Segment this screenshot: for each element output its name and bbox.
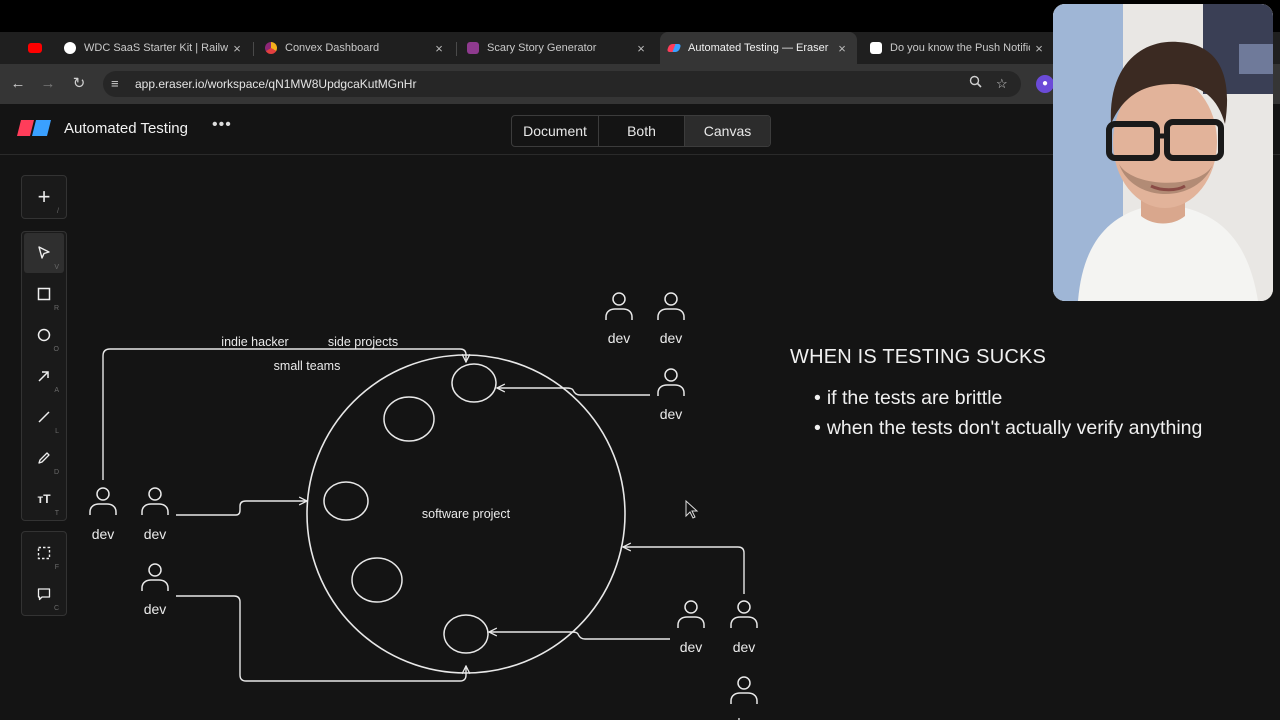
view-mode-toggle: Document Both Canvas xyxy=(511,115,771,147)
dev-label: dev xyxy=(144,601,167,617)
forward-button[interactable]: → xyxy=(38,74,58,94)
medium-icon xyxy=(870,42,882,54)
tab-youtube[interactable] xyxy=(20,32,56,64)
module-circle[interactable] xyxy=(323,481,369,521)
note-heading: WHEN IS TESTING SUCKS xyxy=(790,346,1047,368)
dev-person[interactable]: dev xyxy=(141,487,169,542)
tab-wdc-saas[interactable]: WDC SaaS Starter Kit | Railway × xyxy=(56,32,252,64)
dev-label: dev xyxy=(660,330,683,346)
tab-automated-testing[interactable]: Automated Testing — Eraser × xyxy=(660,32,857,64)
module-circle[interactable] xyxy=(443,614,489,654)
dev-person[interactable]: dev xyxy=(89,487,117,542)
tab-title: Do you know the Push Notifications xyxy=(890,42,1030,54)
close-icon[interactable]: × xyxy=(833,41,851,56)
tab-push-notifications[interactable]: Do you know the Push Notifications × xyxy=(862,32,1054,64)
dev-label: dev xyxy=(660,406,683,422)
tab-convex[interactable]: Convex Dashboard × xyxy=(257,32,454,64)
dev-person[interactable]: dev xyxy=(730,600,758,655)
more-options-button[interactable]: ••• xyxy=(212,116,232,134)
group-label-indie-hacker: indie hacker xyxy=(221,335,288,349)
connector-arrow[interactable] xyxy=(623,547,745,594)
module-circle[interactable] xyxy=(351,557,403,603)
tab-divider xyxy=(253,42,254,56)
close-icon[interactable]: × xyxy=(228,41,246,56)
view-both-button[interactable]: Both xyxy=(598,116,684,146)
close-icon[interactable]: × xyxy=(632,41,650,56)
mouse-cursor-icon xyxy=(685,499,699,519)
dev-person[interactable]: dev xyxy=(141,563,169,617)
dev-label: dev xyxy=(680,639,703,655)
file-title[interactable]: Automated Testing xyxy=(64,120,188,137)
note-bullet: if the tests are brittle xyxy=(814,383,1202,413)
eraser-logo-icon[interactable] xyxy=(17,120,51,136)
group-label-small-teams: small teams xyxy=(274,359,341,373)
project-label: software project xyxy=(422,507,511,521)
note-bullet: when the tests don't actually verify any… xyxy=(814,413,1203,443)
eraser-icon xyxy=(666,44,682,52)
connector-arrow[interactable] xyxy=(176,501,307,516)
view-document-button[interactable]: Document xyxy=(512,116,598,146)
note-bullets: if the tests are brittle when the tests … xyxy=(814,383,1203,443)
back-button[interactable]: ← xyxy=(8,74,28,94)
dev-label: dev xyxy=(144,526,167,542)
webcam-overlay xyxy=(1053,4,1273,301)
extension-icon[interactable]: ● xyxy=(1036,75,1054,93)
connector-arrow[interactable] xyxy=(497,388,650,396)
zoom-icon[interactable] xyxy=(969,71,982,97)
dev-label: dev xyxy=(92,526,115,542)
github-icon xyxy=(64,42,76,54)
close-icon[interactable]: × xyxy=(1030,41,1048,56)
view-canvas-button[interactable]: Canvas xyxy=(684,116,770,146)
testing-note[interactable]: WHEN IS TESTING SUCKS if the tests are b… xyxy=(790,346,1202,443)
url-text: app.eraser.io/workspace/qN1MW8UpdgcaKutM… xyxy=(135,77,417,91)
site-settings-icon[interactable]: ≡ xyxy=(111,71,119,97)
tab-title: Automated Testing — Eraser xyxy=(688,42,829,54)
tab-scary-story[interactable]: Scary Story Generator × xyxy=(459,32,656,64)
reload-button[interactable]: ↻ xyxy=(69,74,89,94)
dev-person[interactable]: dev xyxy=(657,368,685,422)
url-field[interactable]: ≡ app.eraser.io/workspace/qN1MW8UpdgcaKu… xyxy=(103,71,1021,97)
scary-story-icon xyxy=(467,42,479,54)
presenter-video xyxy=(1053,4,1273,301)
dev-label: dev xyxy=(733,639,756,655)
dev-label: dev xyxy=(608,330,631,346)
convex-icon xyxy=(265,42,277,54)
tab-title: Scary Story Generator xyxy=(487,42,597,54)
tab-title: WDC SaaS Starter Kit | Railway xyxy=(84,42,228,54)
dev-person[interactable]: dev xyxy=(657,292,685,346)
tab-title: Convex Dashboard xyxy=(285,42,380,54)
dev-person[interactable]: dev xyxy=(730,676,758,720)
dev-person[interactable]: dev xyxy=(677,600,705,655)
module-circle[interactable] xyxy=(383,396,435,442)
module-circle[interactable] xyxy=(451,363,497,403)
connector-arrow[interactable] xyxy=(176,595,466,682)
dev-person[interactable]: dev xyxy=(605,292,633,346)
bookmark-star-icon[interactable]: ☆ xyxy=(996,71,1008,97)
connector-arrow[interactable] xyxy=(489,632,670,640)
tab-divider xyxy=(456,42,457,56)
youtube-icon xyxy=(28,43,42,53)
group-label-side-projects: side projects xyxy=(328,335,398,349)
close-icon[interactable]: × xyxy=(430,41,448,56)
dev-label: dev xyxy=(733,715,756,720)
